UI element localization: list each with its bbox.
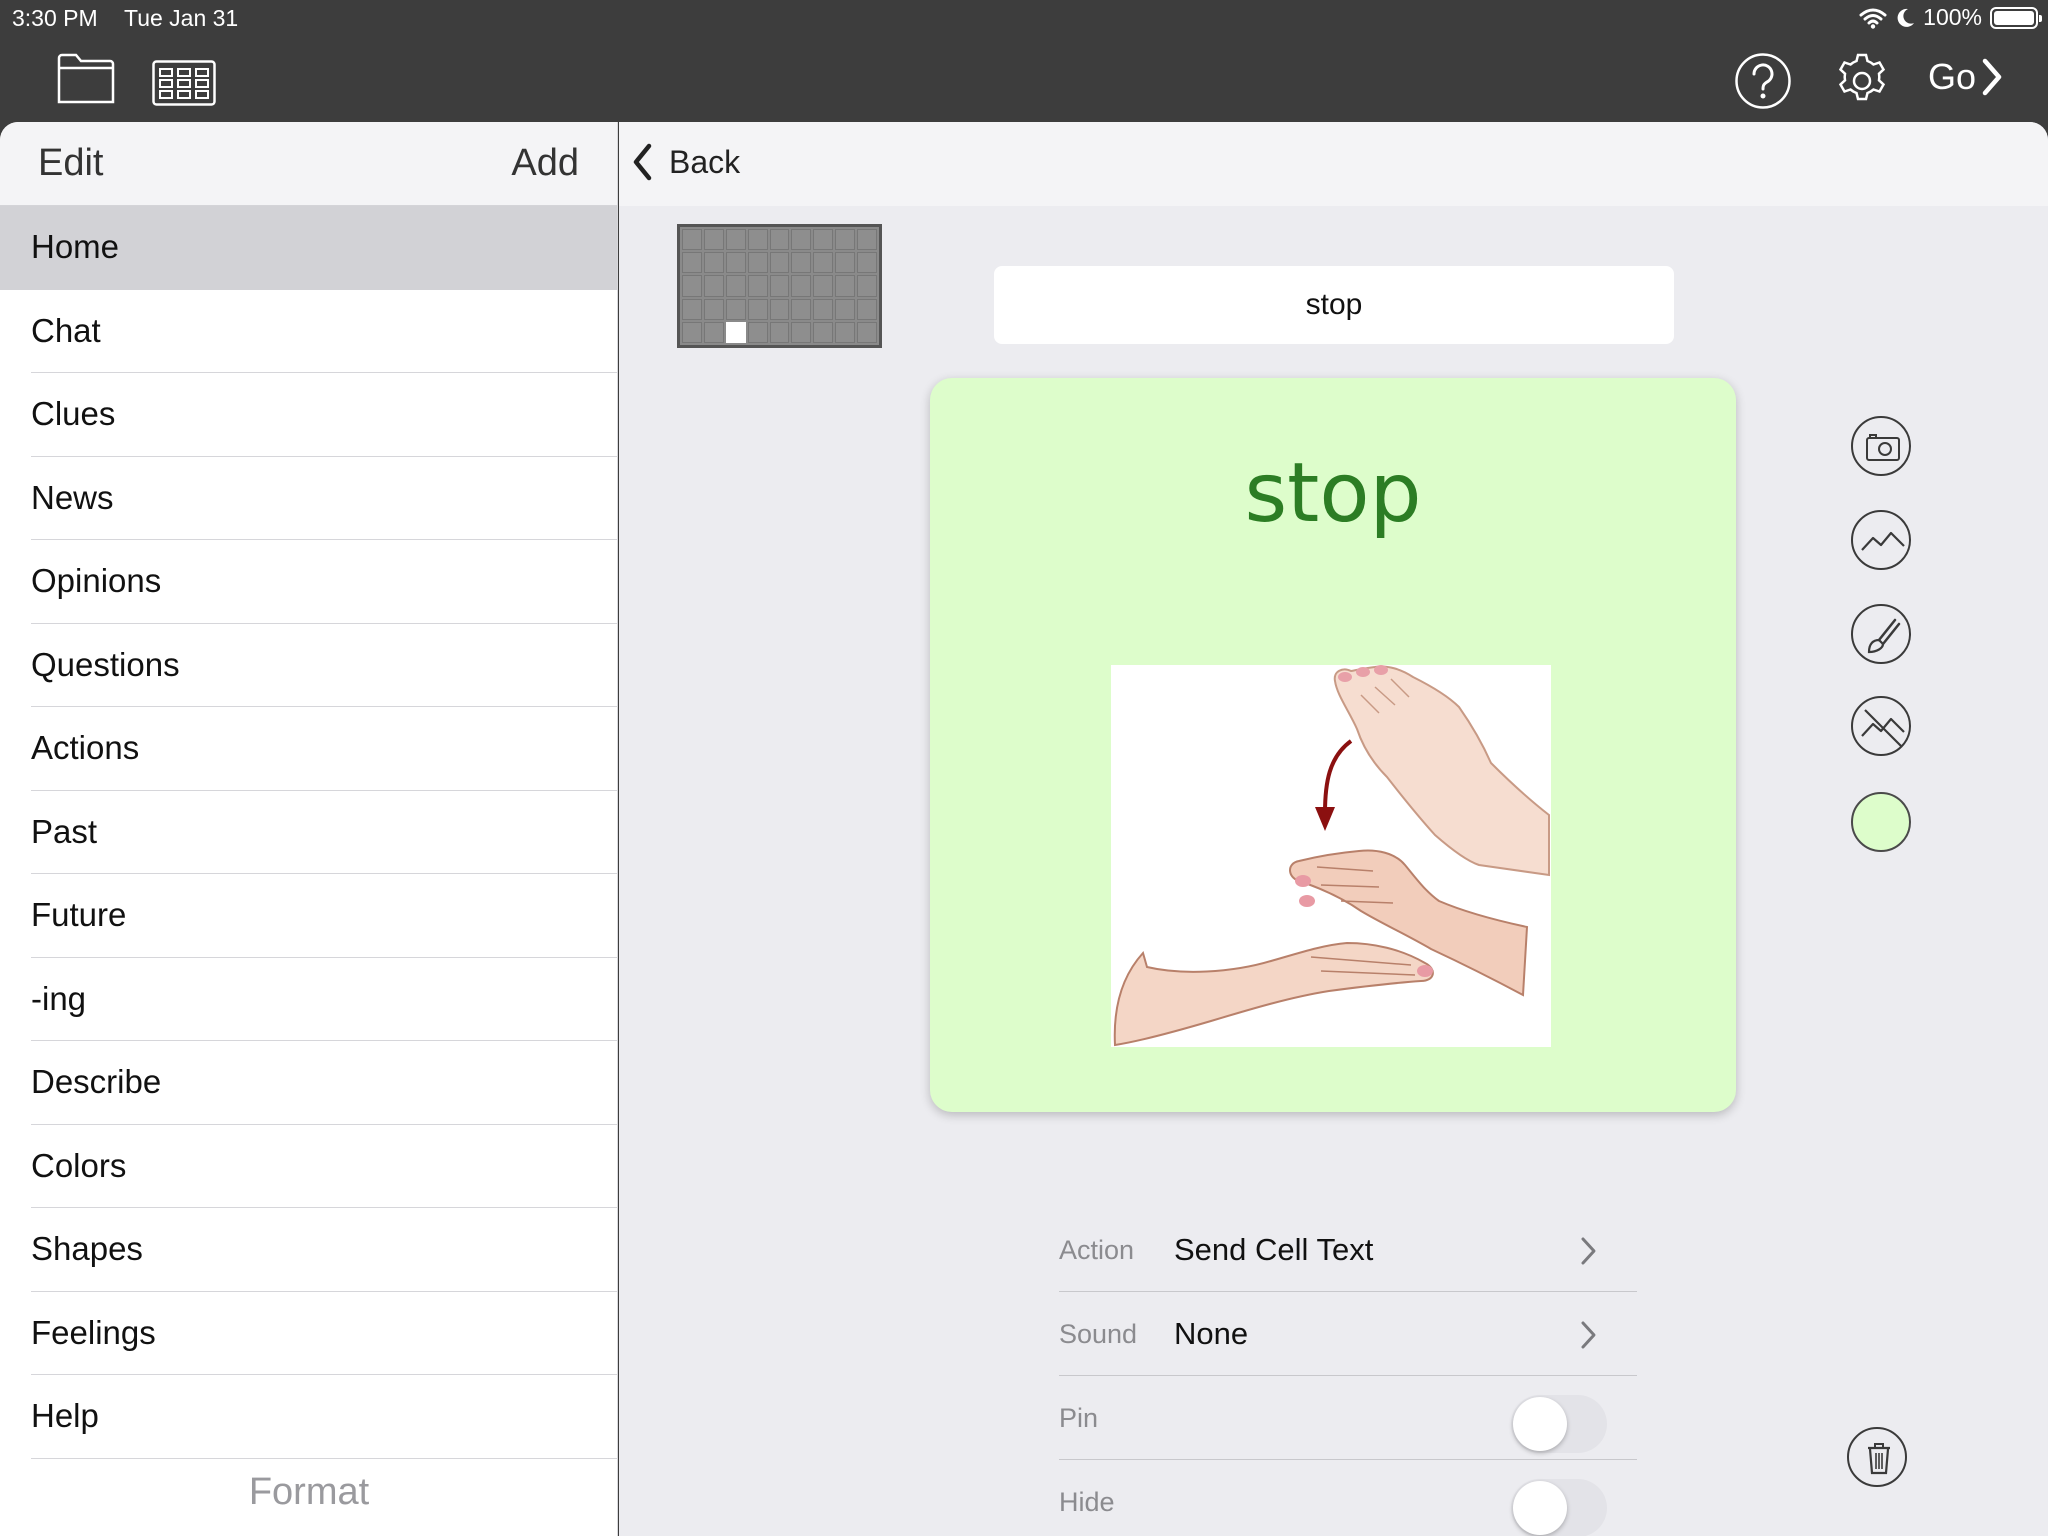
sidebar-item-label: News [31,478,114,516]
sidebar-item-label: Opinions [31,562,162,599]
sidebar-item-ing[interactable]: -ing [0,958,617,1042]
sidebar-item-questions[interactable]: Questions [0,624,617,708]
add-button[interactable]: Add [511,142,579,185]
grid-view-icon[interactable] [152,60,216,106]
delete-cell-button[interactable] [1847,1427,1907,1487]
go-label: Go [1928,56,1977,97]
cell-symbol-image[interactable] [1111,665,1551,1047]
battery-icon [1990,6,2042,29]
brush-glyph [1867,618,1901,654]
chevron-right-icon [1581,1321,1596,1349]
sidebar-item-help[interactable]: Help [0,1375,617,1459]
sidebar-item-home[interactable]: Home [0,206,617,290]
draw-brush-icon[interactable] [1851,604,1911,664]
sidebar-item-label: Clues [31,395,116,432]
no-image-glyph [1861,709,1905,747]
sidebar-header: Edit Add [0,122,617,206]
editor-header: Back [619,122,2048,206]
pin-row: Pin [1059,1376,1637,1460]
edit-button[interactable]: Edit [38,142,103,185]
sidebar-item-actions[interactable]: Actions [0,707,617,791]
sidebar-item-label: Feelings [31,1313,156,1351]
pin-toggle[interactable] [1511,1395,1607,1453]
sound-label: Sound [1059,1319,1138,1349]
cell-preview: stop [930,378,1736,1112]
sidebar-item-label: Future [31,896,127,933]
photo-library-icon[interactable] [1851,510,1911,570]
action-row[interactable]: Action Send Cell Text [1059,1208,1637,1292]
sidebar-item-label: Questions [31,645,180,683]
hide-row: Hide [1059,1460,1637,1536]
top-toolbar: Go [0,38,2048,122]
cell-label-field[interactable]: stop [994,266,1674,344]
status-time: 3:30 PM [12,5,98,31]
selected-cell-marker [725,321,746,343]
sidebar-item-label: -ing [31,979,87,1017]
sidebar-item-chat[interactable]: Chat [0,290,617,374]
sidebar-item-feelings[interactable]: Feelings [0,1292,617,1376]
sidebar-item-label: Past [31,812,98,850]
sidebar-item-news[interactable]: News [0,457,617,541]
folder-icon[interactable] [56,52,116,106]
sidebar-item-describe[interactable]: Describe [0,1041,617,1125]
hide-label: Hide [1059,1487,1115,1517]
sidebar-item-shapes[interactable]: Shapes [0,1208,617,1292]
status-right: 100% [1859,4,2042,31]
chevron-right-icon [1982,58,2002,96]
action-label: Action [1059,1235,1135,1265]
sound-value: None [1174,1316,1249,1351]
status-bar: 3:30 PM Tue Jan 31 100% [0,0,2048,38]
back-label: Back [669,143,741,180]
sidebar-item-label: Chat [31,311,101,349]
go-button[interactable]: Go [1928,56,2004,98]
sidebar-item-colors[interactable]: Colors [0,1125,617,1209]
battery-percent: 100% [1923,4,1982,30]
sidebar-item-past[interactable]: Past [0,791,617,875]
hide-toggle[interactable] [1511,1479,1607,1536]
help-icon[interactable] [1734,52,1792,110]
cell-color-swatch[interactable] [1851,792,1911,852]
status-date: Tue Jan 31 [124,5,239,31]
sidebar-item-label: Describe [31,1063,162,1100]
cell-position-grid[interactable] [677,224,882,348]
cell-properties: Action Send Cell Text Sound None Pin Hid… [1059,1208,1637,1536]
sidebar-item-future[interactable]: Future [0,874,617,958]
format-button[interactable]: Format [0,1471,617,1514]
page-list: Home Chat Clues News Opinions Questions … [0,206,617,1459]
wifi-icon [1859,8,1887,29]
camera-glyph [1866,434,1900,461]
cell-editor-panel: Back stop stop Action Send Cell Text Sou… [619,122,2048,1536]
mountains-glyph [1861,531,1905,551]
sidebar-item-label: Home [31,228,120,265]
sidebar-item-label: Colors [31,1146,127,1184]
sidebar-item-label: Shapes [31,1230,143,1267]
chevron-left-icon [633,143,652,181]
moon-icon [1897,8,1915,27]
pin-label: Pin [1059,1403,1099,1433]
back-button[interactable]: Back [629,140,740,184]
sidebar-item-opinions[interactable]: Opinions [0,540,617,624]
sidebar-item-label: Help [31,1397,99,1434]
trash-icon [1868,1443,1890,1475]
sidebar-item-clues[interactable]: Clues [0,373,617,457]
page-list-sidebar: Edit Add Home Chat Clues News Opinions Q… [0,122,618,1536]
cell-text: stop [1244,446,1422,541]
remove-image-icon[interactable] [1851,696,1911,756]
camera-icon[interactable] [1851,416,1911,476]
action-value: Send Cell Text [1174,1232,1374,1267]
sidebar-item-label: Actions [31,729,140,766]
settings-gear-icon[interactable] [1833,52,1891,110]
sound-row[interactable]: Sound None [1059,1292,1637,1376]
chevron-right-icon [1581,1237,1596,1265]
